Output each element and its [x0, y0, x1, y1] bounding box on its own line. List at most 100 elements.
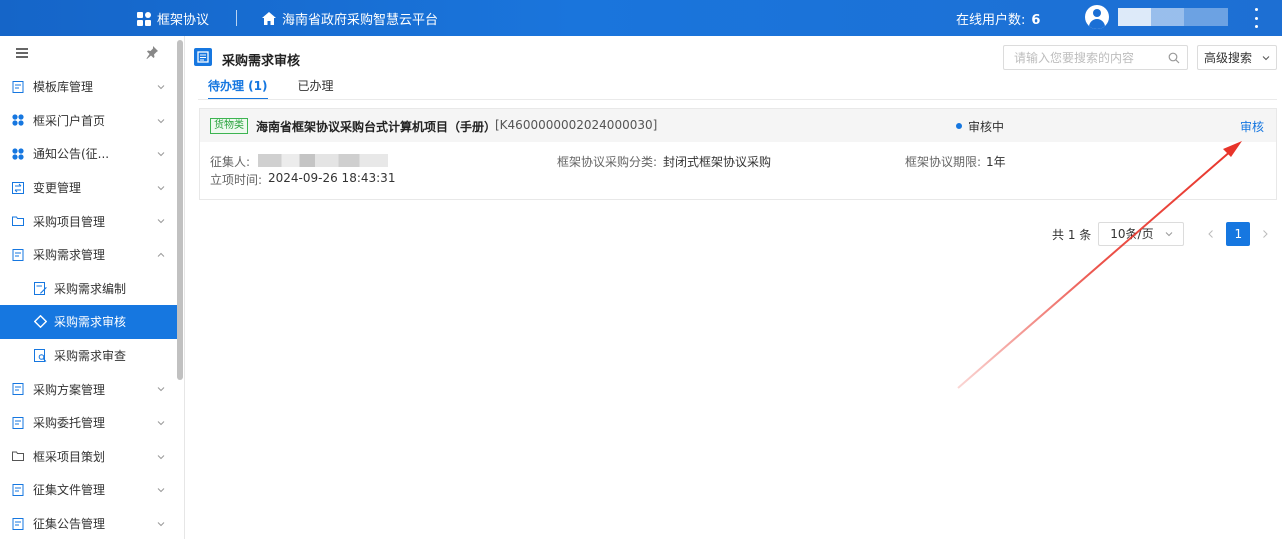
- chevron-down-icon: [157, 85, 165, 90]
- sidebar-item-label: 征集文件管理: [33, 483, 106, 498]
- sidebar: 模板库管理 框采门户首页 通知公告(征... 变更管理 采购项目管理 采购需求管…: [0, 36, 185, 539]
- sidebar-item-project-planning[interactable]: 框采项目策划: [0, 440, 177, 474]
- tab-pending[interactable]: 待办理 (1): [208, 76, 268, 100]
- page-number[interactable]: 1: [1226, 222, 1251, 246]
- sidebar-subitem-demand-inspect[interactable]: 采购需求审查: [0, 339, 177, 373]
- sidebar-tools: [0, 36, 184, 70]
- chevron-down-icon: [157, 185, 165, 190]
- status-badge: 审核中: [968, 120, 1005, 134]
- category-value: 封闭式框架协议采购: [663, 155, 772, 169]
- username-redacted[interactable]: [1118, 8, 1228, 26]
- pagination: 共 1 条 10条/页 1: [1052, 222, 1270, 246]
- app-name: 框架协议: [157, 13, 210, 28]
- clover-icon: [12, 148, 24, 160]
- tab-done[interactable]: 已办理: [298, 76, 334, 100]
- chevron-down-icon: [157, 387, 165, 392]
- status-dot: [956, 123, 962, 129]
- chevron-left-icon[interactable]: [1206, 229, 1216, 239]
- search-box[interactable]: [1003, 45, 1188, 70]
- sidebar-item-announcement-management[interactable]: 征集公告管理: [0, 507, 177, 539]
- term-label: 框架协议期限:: [905, 155, 982, 169]
- clover-icon: [12, 114, 24, 126]
- topbar-divider: [236, 10, 237, 26]
- task-card-header: 货物类 海南省框架协议采购台式计算机项目（手册） [K4600000002024…: [200, 109, 1276, 142]
- form-icon: [194, 48, 212, 66]
- home-icon: [262, 12, 276, 25]
- created-label: 立项时间:: [210, 173, 263, 187]
- page-title: 采购需求审核: [222, 54, 301, 69]
- sidebar-item-label: 采购需求审核: [54, 315, 127, 330]
- document-icon: [12, 80, 24, 93]
- sidebar-item-file-management[interactable]: 征集文件管理: [0, 473, 177, 507]
- change-icon: [12, 181, 24, 194]
- sidebar-subitem-demand-review[interactable]: 采购需求审核: [0, 305, 177, 339]
- online-count: 6: [1031, 13, 1041, 28]
- pin-icon[interactable]: [145, 45, 159, 59]
- chevron-right-icon[interactable]: [1260, 229, 1270, 239]
- sidebar-item-label: 采购需求管理: [33, 248, 106, 263]
- chevron-down-icon: [157, 521, 165, 526]
- search-input[interactable]: [1004, 46, 1154, 69]
- tab-divider: [198, 99, 1277, 100]
- project-code: [K4600000002024000030]: [495, 118, 658, 132]
- sidebar-item-notice[interactable]: 通知公告(征...: [0, 137, 177, 171]
- tab-bar: 待办理 (1) 已办理: [208, 76, 364, 100]
- sidebar-item-label: 模板库管理: [33, 80, 94, 95]
- created-value: 2024-09-26 18:43:31: [268, 171, 396, 185]
- task-card: 货物类 海南省框架协议采购台式计算机项目（手册） [K4600000002024…: [199, 108, 1277, 200]
- sidebar-item-label: 采购需求编制: [54, 281, 127, 296]
- chevron-down-icon: [157, 488, 165, 493]
- advanced-search-label: 高级搜索: [1204, 51, 1253, 65]
- audit-link[interactable]: 审核: [1240, 118, 1264, 135]
- sidebar-item-label: 采购项目管理: [33, 214, 106, 229]
- top-bar: 框架协议 海南省政府采购智慧云平台 在线用户数: 6: [0, 0, 1282, 36]
- user-avatar[interactable]: [1085, 5, 1109, 29]
- sidebar-scrollbar[interactable]: [177, 40, 183, 380]
- document-icon: [12, 248, 24, 261]
- sidebar-subitem-demand-compile[interactable]: 采购需求编制: [0, 272, 177, 306]
- category-label: 框架协议采购分类:: [557, 155, 658, 169]
- project-name: 海南省框架协议采购台式计算机项目（手册）: [256, 120, 497, 134]
- sidebar-item-change-management[interactable]: 变更管理: [0, 171, 177, 205]
- document-icon: [12, 416, 24, 429]
- sidebar-item-label: 采购委托管理: [33, 416, 106, 431]
- diamond-icon: [34, 315, 47, 329]
- online-users: 在线用户数: 6: [956, 9, 1040, 28]
- document-search-icon: [34, 349, 47, 363]
- collector-label: 征集人:: [210, 155, 251, 169]
- search-icon[interactable]: [1168, 52, 1180, 64]
- chevron-down-icon: [157, 219, 165, 224]
- sidebar-item-label: 采购需求审查: [54, 349, 127, 364]
- document-icon: [12, 517, 24, 530]
- sidebar-item-label: 征集公告管理: [33, 517, 106, 532]
- sidebar-item-label: 框采门户首页: [33, 113, 106, 128]
- chevron-down-icon: [1262, 56, 1270, 61]
- menu-icon[interactable]: [16, 48, 28, 58]
- platform-link[interactable]: 海南省政府采购智慧云平台: [262, 9, 438, 28]
- sidebar-item-plan-management[interactable]: 采购方案管理: [0, 372, 177, 406]
- sidebar-item-label: 通知公告(征...: [33, 147, 110, 162]
- sidebar-item-label: 框采项目策划: [33, 449, 106, 464]
- page-size-value: 10条/页: [1110, 227, 1154, 241]
- sidebar-item-entrust-management[interactable]: 采购委托管理: [0, 406, 177, 440]
- more-vertical-icon[interactable]: [1253, 8, 1259, 28]
- sidebar-item-portal-home[interactable]: 框采门户首页: [0, 104, 177, 138]
- app-switcher[interactable]: 框架协议: [137, 9, 209, 28]
- sidebar-item-project-management[interactable]: 采购项目管理: [0, 204, 177, 238]
- sidebar-item-template-library[interactable]: 模板库管理: [0, 70, 177, 104]
- chevron-down-icon: [157, 421, 165, 426]
- sidebar-item-label: 变更管理: [33, 181, 82, 196]
- main-content: 采购需求审核 高级搜索 待办理 (1) 已办理 货物类 海南省框架协议采购台式计…: [186, 36, 1282, 539]
- document-icon: [12, 383, 24, 396]
- sidebar-item-demand-management[interactable]: 采购需求管理: [0, 238, 177, 272]
- folder-icon: [12, 216, 24, 227]
- edit-document-icon: [34, 281, 47, 295]
- total-count: 共 1 条: [1052, 227, 1092, 242]
- advanced-search-button[interactable]: 高级搜索: [1197, 45, 1277, 70]
- page-size-select[interactable]: 10条/页: [1098, 222, 1185, 246]
- term-value: 1年: [986, 155, 1006, 169]
- chevron-down-icon: [1165, 232, 1173, 237]
- task-card-body: 征集人: 框架协议采购分类: 封闭式框架协议采购 框架协议期限: 1年 立项时间…: [200, 142, 1276, 199]
- online-label: 在线用户数:: [956, 13, 1026, 28]
- chevron-down-icon: [157, 118, 165, 123]
